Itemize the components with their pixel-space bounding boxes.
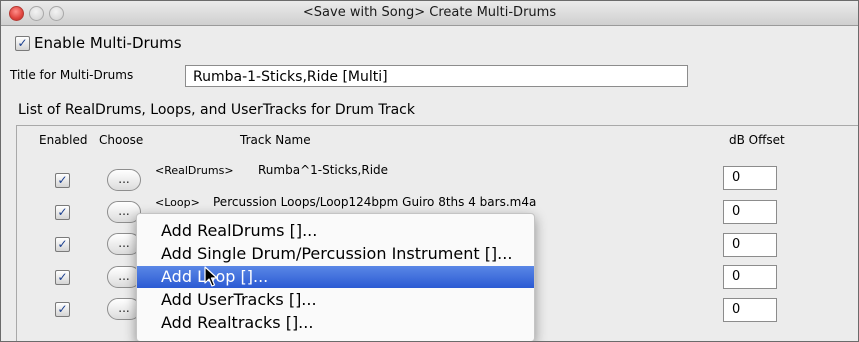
- track-list-group-label: List of RealDrums, Loops, and UserTracks…: [18, 102, 415, 118]
- row-2-enabled-checkbox[interactable]: ✓: [55, 205, 70, 220]
- menu-item-add-realtracks[interactable]: Add Realtracks []...: [137, 312, 534, 334]
- row-2-track-name: Percussion Loops/Loop124bpm Guiro 8ths 4…: [213, 195, 537, 209]
- title-field-label: Title for Multi-Drums: [10, 68, 134, 82]
- row-5-db-offset-input[interactable]: 0: [723, 298, 777, 322]
- column-header-db-offset: dB Offset: [729, 133, 785, 147]
- row-1-enabled-checkbox[interactable]: ✓: [55, 173, 70, 188]
- add-track-popup-menu: Add RealDrums []... Add Single Drum/Perc…: [136, 213, 535, 341]
- window-title: <Save with Song> Create Multi-Drums: [302, 5, 557, 20]
- row-1-choose-button[interactable]: ...: [107, 169, 141, 191]
- enable-multi-drums-checkbox[interactable]: ✓: [15, 36, 30, 51]
- checkmark-icon: ✓: [57, 302, 68, 316]
- row-3-db-offset-input[interactable]: 0: [723, 233, 777, 257]
- row-4-enabled-checkbox[interactable]: ✓: [55, 270, 70, 285]
- row-1-track-type: <RealDrums>: [155, 164, 234, 177]
- arrow-cursor-icon: [204, 266, 218, 287]
- row-1-track-name: Rumba^1-Sticks,Ride: [258, 163, 389, 177]
- menu-item-add-usertracks[interactable]: Add UserTracks []...: [137, 289, 534, 311]
- column-header-enabled: Enabled: [39, 133, 88, 147]
- column-header-choose: Choose: [99, 133, 144, 147]
- row-2-track-type: <Loop>: [155, 196, 200, 209]
- row-3-enabled-checkbox[interactable]: ✓: [55, 237, 70, 252]
- row-5-enabled-checkbox[interactable]: ✓: [55, 302, 70, 317]
- menu-item-add-realdrums[interactable]: Add RealDrums []...: [137, 220, 534, 242]
- checkmark-icon: ✓: [57, 173, 68, 187]
- checkmark-icon: ✓: [57, 237, 68, 251]
- menu-item-add-loop[interactable]: Add Loop []...: [137, 266, 534, 288]
- row-1-db-offset-input[interactable]: 0: [723, 166, 777, 190]
- column-header-track-name: Track Name: [240, 133, 311, 147]
- title-bar[interactable]: <Save with Song> Create Multi-Drums: [1, 1, 858, 26]
- enable-multi-drums-label: Enable Multi-Drums: [34, 34, 182, 52]
- checkmark-icon: ✓: [57, 270, 68, 284]
- menu-item-add-single-drum[interactable]: Add Single Drum/Percussion Instrument []…: [137, 243, 534, 265]
- row-4-db-offset-input[interactable]: 0: [723, 265, 777, 289]
- checkmark-icon: ✓: [57, 205, 68, 219]
- row-2-db-offset-input[interactable]: 0: [723, 200, 777, 224]
- multi-drums-title-input[interactable]: Rumba-1-Sticks,Ride [Multi]: [185, 65, 688, 87]
- dialog-window: <Save with Song> Create Multi-Drums ✓ En…: [0, 0, 859, 342]
